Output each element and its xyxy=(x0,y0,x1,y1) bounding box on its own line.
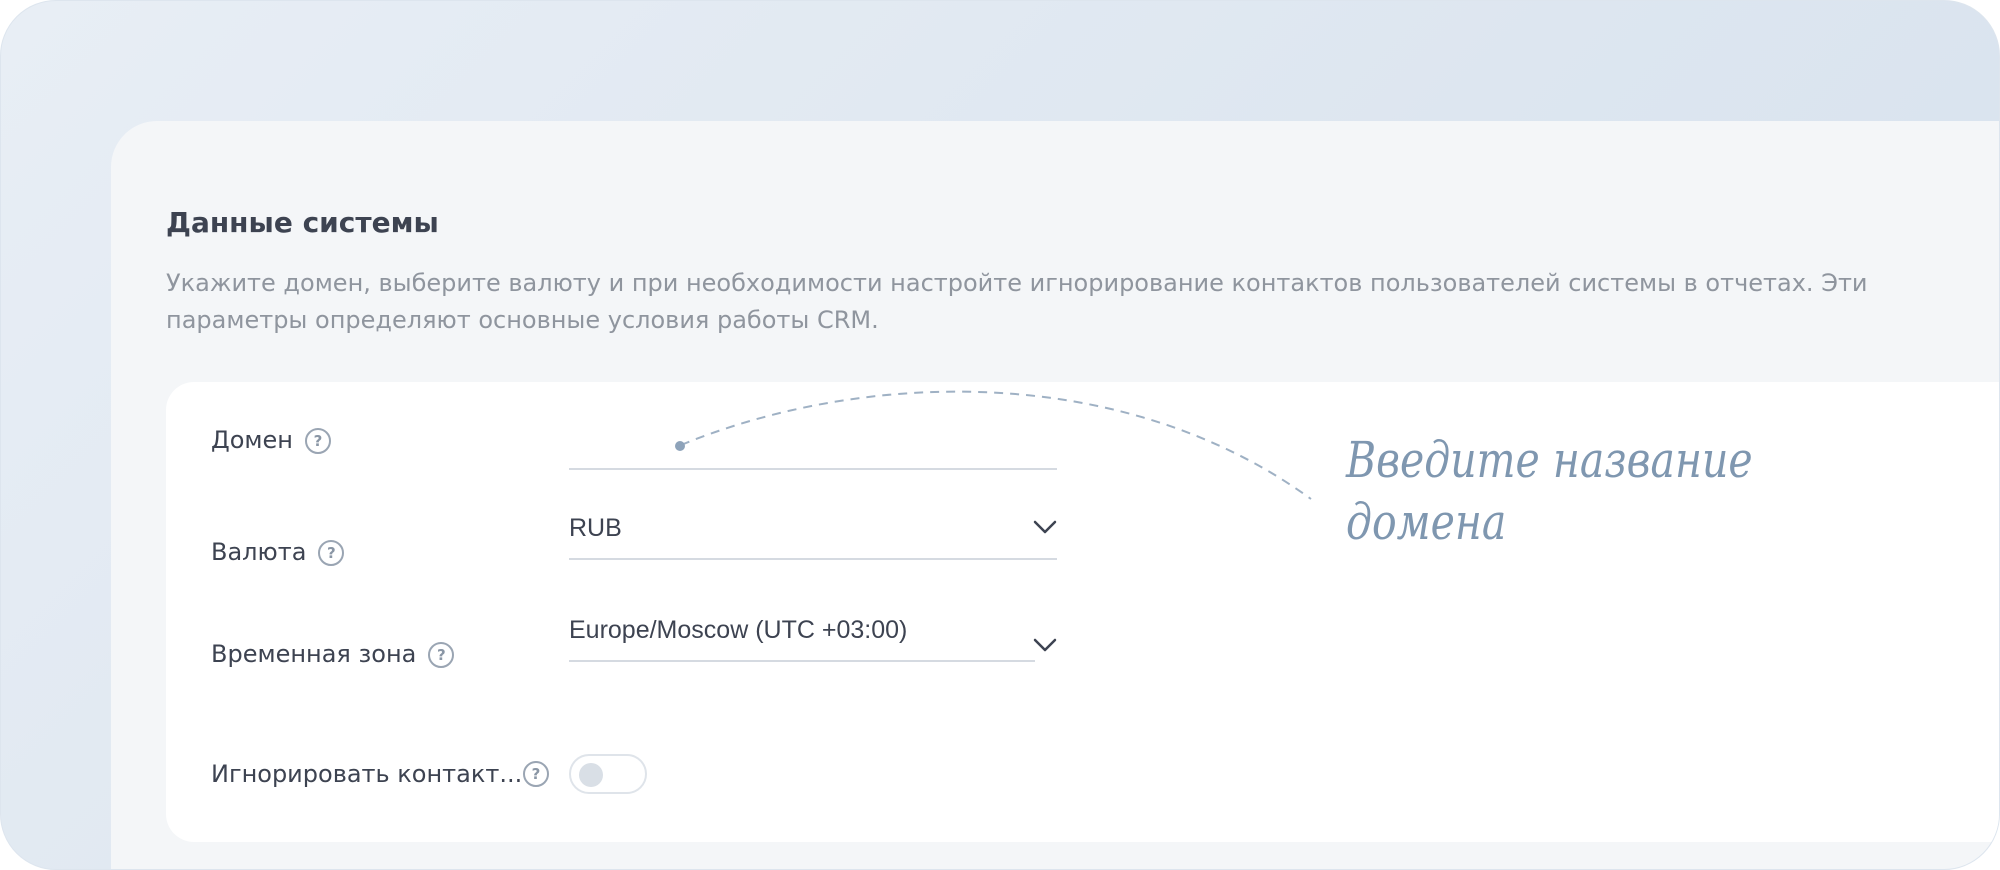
handwritten-annotation: Введите название домена xyxy=(1346,429,1753,553)
domain-label-row: Домен? xyxy=(211,423,331,457)
ignore-contacts-label: Игнорировать контакт... xyxy=(211,760,523,788)
timezone-label: Временная зона xyxy=(211,640,417,668)
ignore-contacts-toggle[interactable] xyxy=(569,754,647,794)
chevron-down-icon[interactable] xyxy=(1033,638,1057,652)
annotation-line-1: Введите название xyxy=(1346,431,1753,489)
currency-label: Валюта xyxy=(211,538,307,566)
help-icon[interactable]: ? xyxy=(523,761,549,787)
section-description: Укажите домен, выберите валюту и при нео… xyxy=(166,269,1868,334)
help-icon[interactable]: ? xyxy=(318,540,345,566)
app-frame: Данные системы Укажите домен, выберите в… xyxy=(0,0,2000,870)
timezone-value: Europe/Moscow (UTC +03:00) xyxy=(569,616,908,644)
currency-value: RUB xyxy=(569,514,622,542)
currency-select[interactable]: RUB xyxy=(569,506,1057,560)
domain-input[interactable] xyxy=(569,412,1057,470)
chevron-down-icon[interactable] xyxy=(1033,520,1057,534)
currency-label-row: Валюта? xyxy=(211,535,345,569)
help-icon[interactable]: ? xyxy=(428,642,455,668)
section-title: Данные системы xyxy=(166,206,439,239)
help-icon[interactable]: ? xyxy=(305,428,331,454)
domain-label: Домен xyxy=(211,426,293,454)
toggle-knob xyxy=(579,763,603,787)
timezone-label-row: Временная зона? xyxy=(211,637,455,671)
timezone-select[interactable]: Europe/Moscow (UTC +03:00) xyxy=(569,608,1035,662)
annotation-line-2: домена xyxy=(1346,493,1507,551)
